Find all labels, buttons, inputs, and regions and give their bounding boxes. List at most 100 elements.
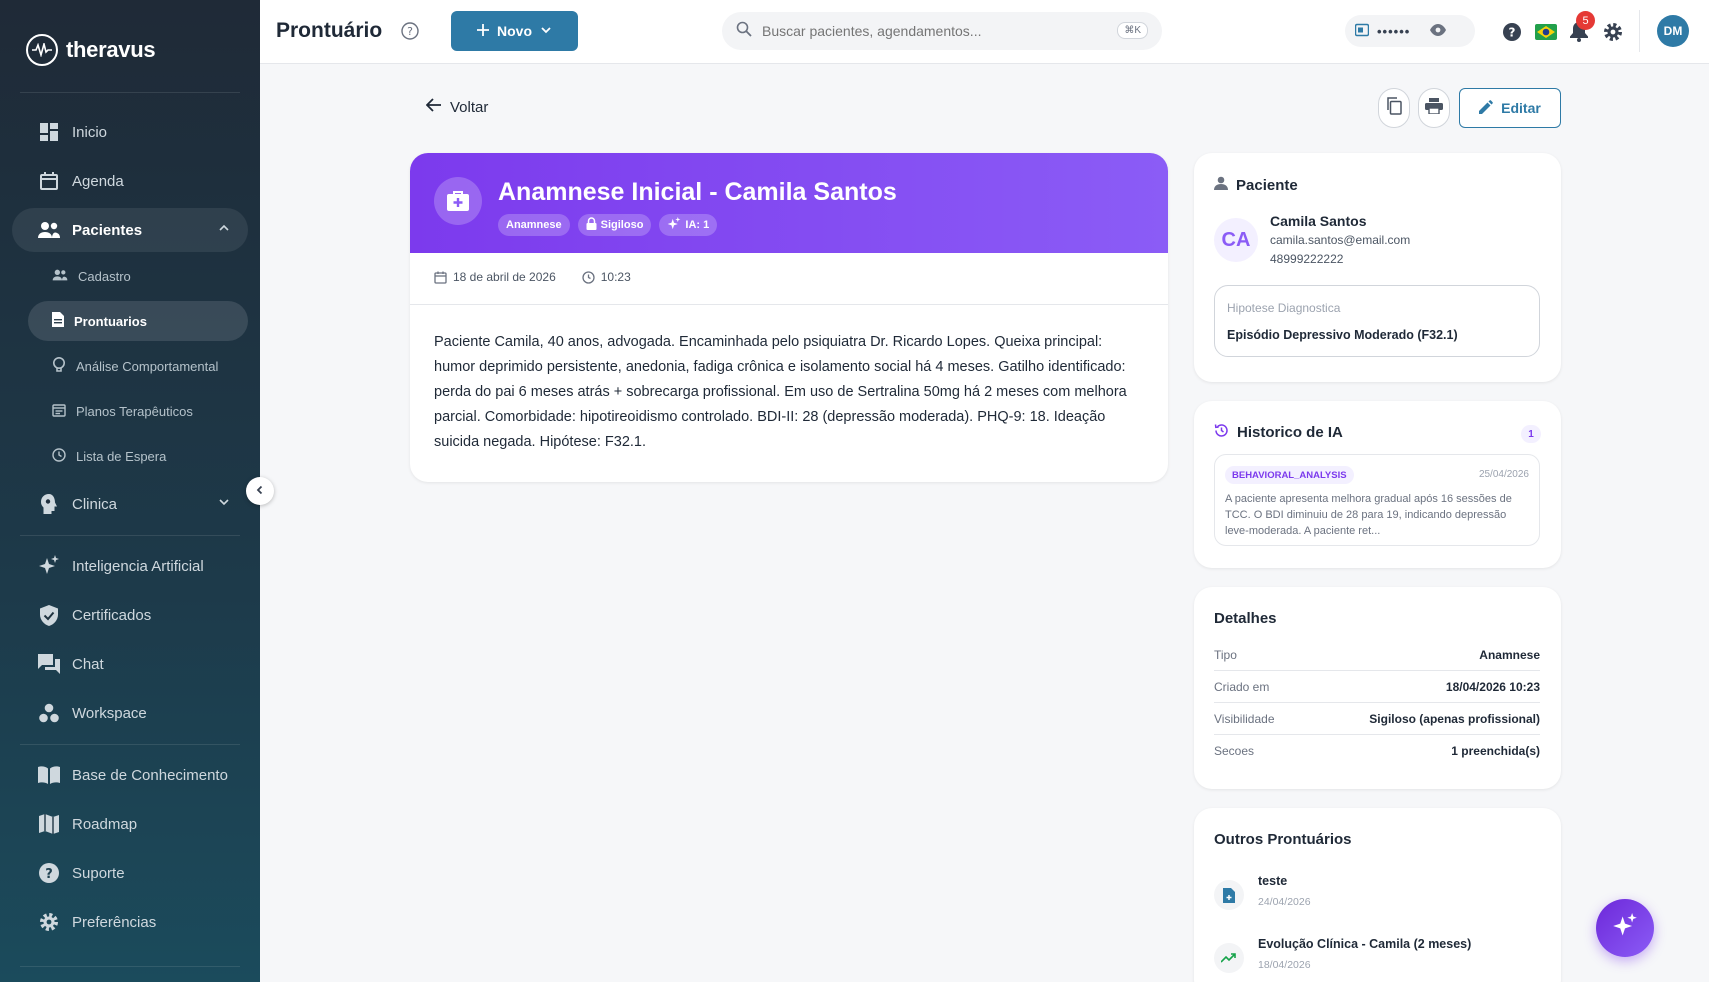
search-bar[interactable]: ⌘K [722,12,1162,50]
details-row: Criado em 18/04/2026 10:23 [1214,671,1540,703]
sidebar-subitem-label: Cadastro [78,268,131,284]
print-button[interactable] [1418,88,1450,128]
sidebar-item-preferencias[interactable]: Preferências [12,900,248,944]
sidebar-item-inicio[interactable]: Inicio [12,110,248,154]
back-button[interactable]: Voltar [425,98,489,116]
eye-icon[interactable] [1430,23,1447,39]
user-avatar[interactable]: DM [1657,15,1689,47]
topbar: Prontuário ? Novo ⌘K •••••• ? 5 DM [260,0,1709,64]
brain-head-icon [38,493,60,515]
sidebar-item-label: Workspace [72,704,147,722]
other-record-info: Evolução Clínica - Camila (2 meses) 18/0… [1258,933,1471,982]
ai-assistant-button[interactable] [1596,899,1654,957]
sidebar-item-chat[interactable]: Chat [12,642,248,686]
sparkle-icon [1612,912,1638,944]
other-record-item[interactable]: Evolução Clínica - Camila (2 meses) 18/0… [1214,933,1540,982]
dashboard-icon [38,121,60,143]
sidebar-item-label: Inicio [72,123,108,141]
sidebar-subitem-prontuarios[interactable]: Prontuarios [28,301,248,341]
sidebar-subitem-lista-espera[interactable]: Lista de Espera [28,436,248,476]
sidebar-item-label: Preferências [72,913,157,931]
edit-button[interactable]: Editar [1459,88,1561,128]
sidebar-item-certificados[interactable]: Certificados [12,593,248,637]
new-button[interactable]: Novo [451,11,578,51]
ai-history-card: Historico de IA 1 BEHAVIORAL_ANALYSIS 25… [1194,401,1561,568]
sidebar-item-label: Suporte [72,864,125,882]
sidebar-item-pacientes[interactable]: Pacientes [12,208,248,252]
svg-text:?: ? [45,867,53,882]
help-circle-icon[interactable]: ? [401,22,419,45]
ai-history-tag: BEHAVIORAL_ANALYSIS [1225,466,1354,484]
sidebar-divider [20,966,240,967]
sidebar-item-suporte[interactable]: ? Suporte [12,851,248,895]
patient-section-title: Paciente [1214,176,1298,194]
other-record-info: teste 24/04/2026 [1258,870,1311,922]
history-icon [1214,423,1229,442]
ai-history-text: A paciente apresenta melhora gradual apó… [1225,493,1512,537]
sidebar-subitem-analise[interactable]: Análise Comportamental [28,346,248,386]
patient-name[interactable]: Camila Santos [1270,213,1366,229]
file-plus-icon [1214,880,1244,910]
diagnosis-box: Hipotese Diagnostica Episódio Depressivo… [1214,285,1540,357]
record-title: Anamnese Inicial - Camila Santos [498,178,897,206]
sidebar: theravus Inicio Agenda Pacientes Cadastr… [0,0,260,982]
medical-bag-icon [434,177,482,225]
chevron-down-icon [540,23,552,39]
ai-count-chip: IA: 1 [659,214,718,236]
workspace-icon [38,702,60,724]
chip-label: IA: 1 [685,219,710,231]
sidebar-subitem-label: Análise Comportamental [76,358,219,374]
back-button-label: Voltar [450,98,489,116]
collapse-sidebar-button[interactable] [246,477,274,505]
print-icon [1425,97,1443,119]
people-small-icon [52,269,68,284]
copy-button[interactable] [1378,88,1410,128]
book-icon [38,764,60,786]
edit-button-label: Editar [1501,100,1541,116]
search-input[interactable] [762,23,1122,39]
diagnosis-value: Episódio Depressivo Moderado (F32.1) [1227,328,1458,342]
record-card: Anamnese Inicial - Camila Santos Anamnes… [410,153,1168,482]
sidebar-item-base-conhecimento[interactable]: Base de Conhecimento [12,753,248,797]
brain-icon [52,357,66,375]
help-icon[interactable]: ? [1500,20,1524,44]
chat-icon [38,653,60,675]
app-logo[interactable]: theravus [26,34,156,66]
details-value: 1 preenchida(s) [1451,744,1540,758]
sidebar-subitem-planos[interactable]: Planos Terapêuticos [28,391,248,431]
sidebar-item-workspace[interactable]: Workspace [12,691,248,735]
masked-value-pill[interactable]: •••••• [1345,15,1475,47]
sidebar-item-roadmap[interactable]: Roadmap [12,802,248,846]
brazil-flag-icon[interactable] [1534,20,1558,44]
other-record-item[interactable]: teste 24/04/2026 [1214,870,1540,922]
record-chips: Anamnese Sigiloso IA: 1 [498,214,718,236]
chevron-down-icon [218,495,230,512]
sidebar-item-label: Inteligencia Artificial [72,557,204,575]
support-icon: ? [38,862,60,884]
other-records-card: Outros Prontuários teste 24/04/2026 Evol… [1194,808,1561,982]
other-record-name: teste [1258,874,1288,888]
gear-icon[interactable] [1601,20,1625,44]
shield-check-icon [38,604,60,626]
sidebar-item-label: Roadmap [72,815,138,833]
chip-label: Anamnese [506,219,562,231]
record-body: Paciente Camila, 40 anos, advogada. Enca… [434,334,1127,450]
diagnosis-label: Hipotese Diagnostica [1227,301,1341,315]
trend-up-icon [1214,943,1244,973]
clock-icon [52,447,66,465]
ai-history-item[interactable]: BEHAVIORAL_ANALYSIS 25/04/2026 A pacient… [1214,454,1540,546]
details-key: Tipo [1214,647,1237,662]
sidebar-item-clinica[interactable]: Clinica [12,482,248,526]
sidebar-item-ia[interactable]: Inteligencia Artificial [12,544,248,588]
lock-icon [586,217,597,233]
calendar-list-icon [52,403,66,420]
search-icon [736,21,752,42]
sidebar-subitem-cadastro[interactable]: Cadastro [28,256,248,296]
pencil-icon [1479,99,1493,117]
sidebar-item-agenda[interactable]: Agenda [12,159,248,203]
sidebar-divider [20,92,240,93]
logo-wave-icon [26,34,58,66]
sidebar-subitem-label: Prontuarios [74,313,147,329]
copy-icon [1386,96,1402,120]
ai-history-count: 1 [1521,425,1541,443]
